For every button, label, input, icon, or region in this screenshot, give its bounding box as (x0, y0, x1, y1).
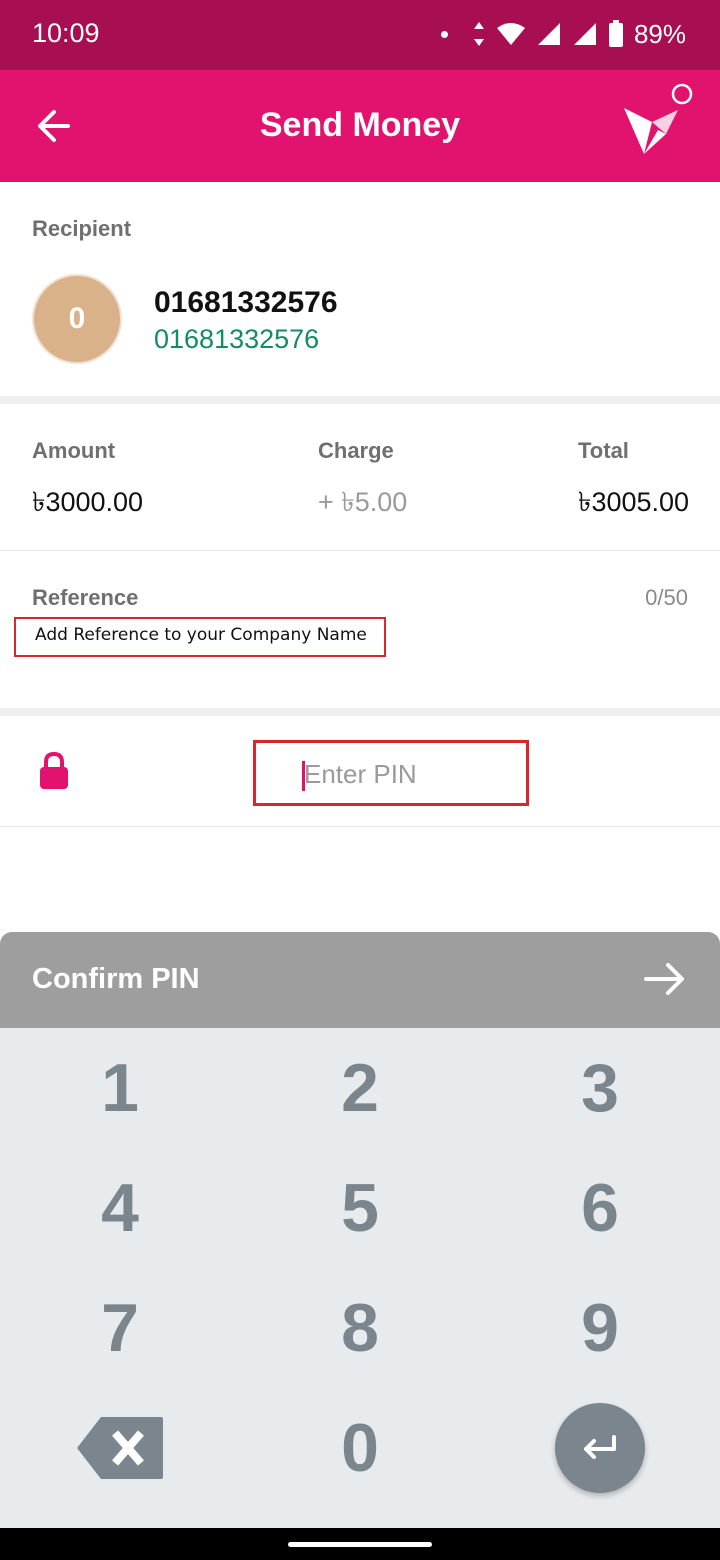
total-label: Total (578, 438, 629, 463)
home-gesture-handle[interactable] (288, 1542, 432, 1547)
pin-input[interactable]: Enter PIN (253, 740, 529, 806)
reference-label: Reference (32, 585, 139, 610)
confirm-pin-label: Confirm PIN (32, 963, 200, 995)
key-6[interactable]: 6 (480, 1148, 720, 1268)
recipient-name: 01681332576 (154, 286, 338, 319)
wifi-icon (496, 23, 525, 45)
key-2[interactable]: 2 (240, 1028, 480, 1148)
charge-label: Charge (318, 438, 394, 463)
amount-value: ৳3000.00 (32, 487, 144, 517)
status-time: 10:09 (32, 18, 100, 48)
recipient-label: Recipient (32, 216, 132, 241)
key-3[interactable]: 3 (480, 1028, 720, 1148)
recipient-section: Recipient 0 01681332576 01681332576 (0, 182, 720, 396)
backspace-key[interactable] (0, 1388, 240, 1508)
reference-input[interactable]: Add Reference to your Company Name (14, 617, 386, 657)
system-nav-bar (0, 1528, 720, 1560)
confirm-pin-button[interactable]: Confirm PIN (0, 932, 720, 1028)
amount-label: Amount (32, 438, 116, 463)
battery-percent: 89% (633, 18, 686, 49)
battery-icon (608, 20, 623, 47)
key-5[interactable]: 5 (240, 1148, 480, 1268)
amount-summary: Amount ৳3000.00 Charge + ৳5.00 Total ৳30… (0, 404, 720, 550)
enter-icon (584, 1435, 616, 1459)
key-7[interactable]: 7 (0, 1268, 240, 1388)
bird-logo-icon (618, 80, 696, 158)
recipient-number: 01681332576 (154, 324, 320, 354)
section-divider (0, 708, 720, 716)
charge-value: + ৳5.00 (318, 487, 408, 517)
key-9[interactable]: 9 (480, 1268, 720, 1388)
status-icons: 89% (440, 16, 686, 52)
data-transfer-icon (473, 22, 484, 46)
avatar: 0 (32, 274, 122, 364)
pin-placeholder: Enter PIN (304, 759, 417, 789)
numeric-keypad: 1 2 3 4 5 6 7 8 9 0 (0, 1028, 720, 1528)
section-divider (0, 826, 720, 827)
notification-dot-icon (440, 30, 448, 38)
signal-2-icon (573, 23, 596, 45)
key-8[interactable]: 8 (240, 1268, 480, 1388)
signal-icon (537, 23, 560, 45)
total-value: ৳3005.00 (578, 487, 690, 517)
app-bar: Send Money (0, 70, 720, 182)
page-title: Send Money (259, 106, 461, 144)
backspace-icon (77, 1417, 163, 1479)
section-divider (0, 396, 720, 404)
lock-icon (38, 751, 70, 790)
status-bar: 10:09 89% (0, 0, 720, 70)
arrow-right-icon (644, 963, 684, 995)
enter-key[interactable] (480, 1388, 720, 1508)
reference-section[interactable]: Reference 0/50 Add Reference to your Com… (0, 551, 720, 708)
reference-counter: 0/50 (645, 585, 688, 610)
enter-button[interactable] (555, 1403, 645, 1493)
key-1[interactable]: 1 (0, 1028, 240, 1148)
key-4[interactable]: 4 (0, 1148, 240, 1268)
pin-section: Enter PIN (0, 716, 720, 826)
key-0[interactable]: 0 (240, 1388, 480, 1508)
